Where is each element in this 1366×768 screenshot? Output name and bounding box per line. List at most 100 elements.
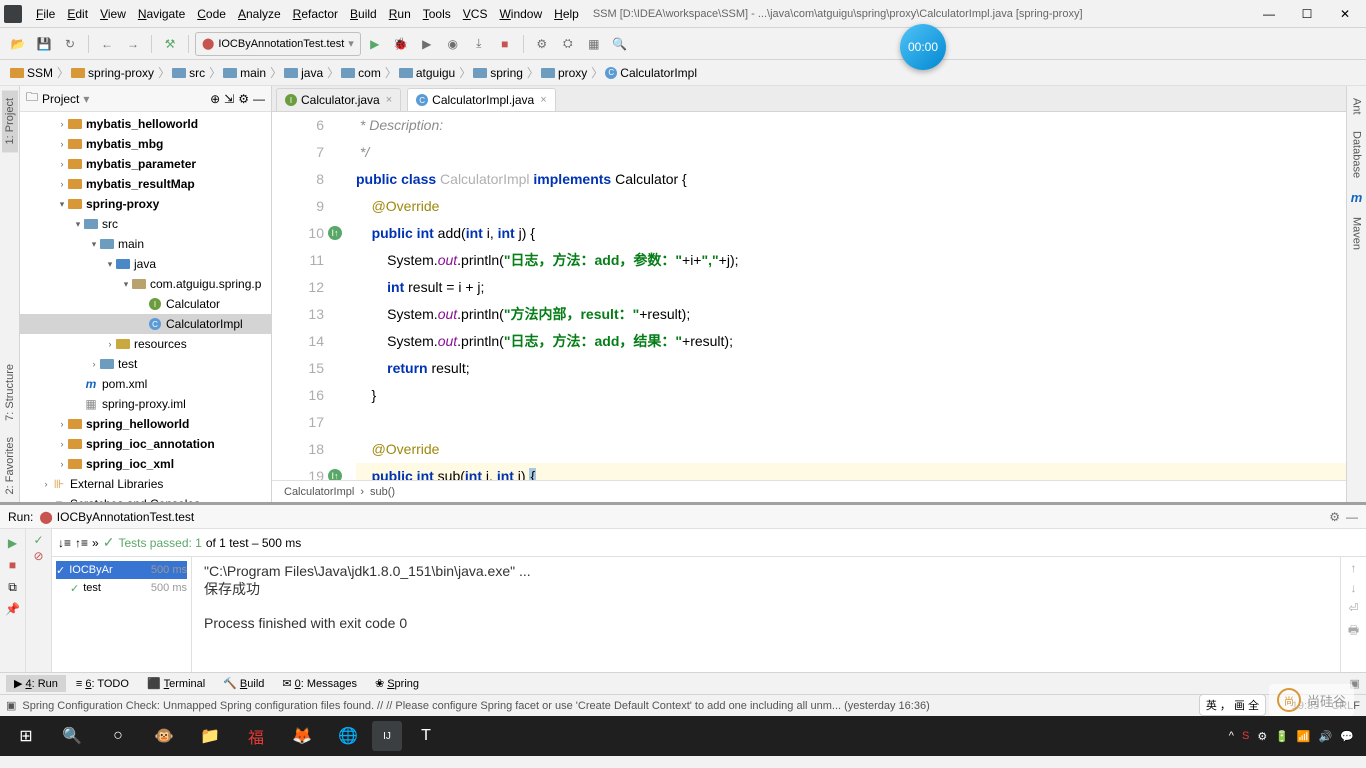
- bottom-tab[interactable]: ▶4: Run: [6, 675, 66, 692]
- menu-refactor[interactable]: Refactor: [287, 5, 344, 23]
- database-tool-tab[interactable]: Database: [1349, 123, 1365, 186]
- bottom-tab[interactable]: ⬛Terminal: [139, 675, 213, 692]
- chevron-down-icon[interactable]: ▾: [83, 92, 89, 106]
- rerun-icon[interactable]: ▶: [3, 533, 23, 553]
- app-icon[interactable]: 福: [234, 719, 278, 753]
- breadcrumb-item[interactable]: SSM: [10, 66, 53, 80]
- tree-node[interactable]: ›▦spring-proxy.iml: [20, 394, 271, 414]
- tree-node[interactable]: ›mybatis_parameter: [20, 154, 271, 174]
- filter-icon[interactable]: ↑≡: [75, 536, 88, 550]
- tree-node[interactable]: ›CCalculatorImpl: [20, 314, 271, 334]
- structure-tool-tab[interactable]: 7: Structure: [2, 356, 18, 429]
- profile-icon[interactable]: ◉: [441, 32, 465, 56]
- tree-node[interactable]: ›spring_ioc_annotation: [20, 434, 271, 454]
- tree-node[interactable]: ▾java: [20, 254, 271, 274]
- pin-icon[interactable]: 📌: [3, 599, 23, 619]
- tree-node[interactable]: ›⊪External Libraries: [20, 474, 271, 494]
- menu-analyze[interactable]: Analyze: [232, 5, 287, 23]
- ant-tool-tab[interactable]: Ant: [1349, 90, 1365, 123]
- notifications-icon[interactable]: 💬: [1340, 730, 1354, 743]
- tree-node[interactable]: ›mybatis_resultMap: [20, 174, 271, 194]
- maximize-button[interactable]: ☐: [1290, 4, 1324, 24]
- chrome-icon[interactable]: 🌐: [326, 719, 370, 753]
- run-config-selector[interactable]: ⬤ IOCByAnnotationTest.test ▾: [195, 32, 361, 56]
- open-icon[interactable]: 📂: [6, 32, 30, 56]
- search-icon[interactable]: 🔍: [608, 32, 632, 56]
- minimize-button[interactable]: —: [1252, 4, 1286, 24]
- crumb-method[interactable]: sub(): [370, 486, 395, 498]
- check-icon[interactable]: ✓: [33, 533, 43, 547]
- breadcrumb-item[interactable]: java: [284, 66, 323, 80]
- refresh-icon[interactable]: ↻: [58, 32, 82, 56]
- bottom-tab[interactable]: 🔨Build: [215, 675, 272, 692]
- breadcrumb-item[interactable]: CCalculatorImpl: [605, 66, 697, 80]
- tree-node[interactable]: ›mybatis_mbg: [20, 134, 271, 154]
- breadcrumb-item[interactable]: spring-proxy: [71, 66, 154, 80]
- print-icon[interactable]: 🖶: [1348, 621, 1359, 642]
- breadcrumb-item[interactable]: com: [341, 66, 381, 80]
- menu-navigate[interactable]: Navigate: [132, 5, 191, 23]
- tree-node[interactable]: ›resources: [20, 334, 271, 354]
- breadcrumb-item[interactable]: src: [172, 66, 205, 80]
- menu-window[interactable]: Window: [493, 5, 548, 23]
- save-icon[interactable]: 💾: [32, 32, 56, 56]
- tray-icon[interactable]: S: [1242, 730, 1249, 742]
- volume-icon[interactable]: 🔊: [1319, 730, 1333, 743]
- gear-icon[interactable]: ⚙: [238, 92, 249, 106]
- back-icon[interactable]: ←: [95, 32, 119, 56]
- tree-node[interactable]: ›test: [20, 354, 271, 374]
- menu-vcs[interactable]: VCS: [457, 5, 494, 23]
- tree-node[interactable]: ▾main: [20, 234, 271, 254]
- build-icon[interactable]: ⚒: [158, 32, 182, 56]
- wrap-icon[interactable]: ⏎: [1348, 601, 1358, 615]
- collapse-icon[interactable]: ⇲: [224, 92, 234, 106]
- down-arrow-icon[interactable]: ↓: [1351, 581, 1357, 595]
- close-button[interactable]: ✕: [1328, 4, 1362, 24]
- stop-icon[interactable]: ■: [3, 555, 23, 575]
- editor-tab[interactable]: CCalculatorImpl.java×: [407, 88, 555, 111]
- debug-icon[interactable]: 🐞: [389, 32, 413, 56]
- layout-icon[interactable]: ⧉: [3, 577, 23, 597]
- stop-icon[interactable]: ■: [493, 32, 517, 56]
- attach-icon[interactable]: ⤓: [467, 32, 491, 56]
- firefox-icon[interactable]: 🦊: [280, 719, 324, 753]
- ime-indicator[interactable]: 英 ， 画 全: [1199, 694, 1266, 716]
- maven-tool-tab[interactable]: Maven: [1349, 209, 1365, 258]
- tree-node[interactable]: ›mpom.xml: [20, 374, 271, 394]
- tree-node[interactable]: ›≡Scratches and Consoles: [20, 494, 271, 502]
- menu-code[interactable]: Code: [191, 5, 232, 23]
- test-node[interactable]: ✓IOCByAr500 ms: [56, 561, 187, 579]
- settings-icon[interactable]: ⛭: [556, 32, 580, 56]
- tree-node[interactable]: ›mybatis_helloworld: [20, 114, 271, 134]
- expand-icon[interactable]: »: [92, 536, 99, 550]
- vcs-icon[interactable]: ⚙: [530, 32, 554, 56]
- close-tab-icon[interactable]: ×: [540, 94, 546, 106]
- crumb-class[interactable]: CalculatorImpl: [284, 486, 354, 498]
- scroll-from-source-icon[interactable]: ⊕: [210, 92, 220, 106]
- menu-edit[interactable]: Edit: [61, 5, 94, 23]
- app-icon[interactable]: 📁: [188, 719, 232, 753]
- menu-help[interactable]: Help: [548, 5, 585, 23]
- gear-icon[interactable]: ⚙: [1329, 510, 1340, 524]
- search-icon[interactable]: 🔍: [50, 719, 94, 753]
- project-tool-tab[interactable]: 1: Project: [2, 90, 18, 152]
- test-tree[interactable]: ✓IOCByAr500 ms✓test500 ms: [52, 557, 192, 672]
- bottom-tab[interactable]: ✉0: Messages: [274, 675, 365, 692]
- tree-node[interactable]: ›ICalculator: [20, 294, 271, 314]
- sort-icon[interactable]: ↓≡: [58, 536, 71, 550]
- menu-view[interactable]: View: [94, 5, 132, 23]
- tree-node[interactable]: ›spring_helloworld: [20, 414, 271, 434]
- tray-icon[interactable]: ⚙: [1257, 730, 1267, 743]
- wifi-icon[interactable]: 📶: [1297, 730, 1311, 743]
- tree-node[interactable]: ›spring_ioc_xml: [20, 454, 271, 474]
- breadcrumb-item[interactable]: spring: [473, 66, 523, 80]
- block-icon[interactable]: ⊘: [33, 549, 43, 563]
- maven-icon[interactable]: m: [1351, 186, 1363, 209]
- forward-icon[interactable]: →: [121, 32, 145, 56]
- hide-icon[interactable]: —: [253, 92, 265, 106]
- cortana-icon[interactable]: ○: [96, 719, 140, 753]
- start-button[interactable]: ⊞: [4, 719, 48, 753]
- app-icon[interactable]: 🐵: [142, 719, 186, 753]
- test-node[interactable]: ✓test500 ms: [56, 579, 187, 597]
- bottom-tab[interactable]: ≡6: TODO: [68, 676, 137, 692]
